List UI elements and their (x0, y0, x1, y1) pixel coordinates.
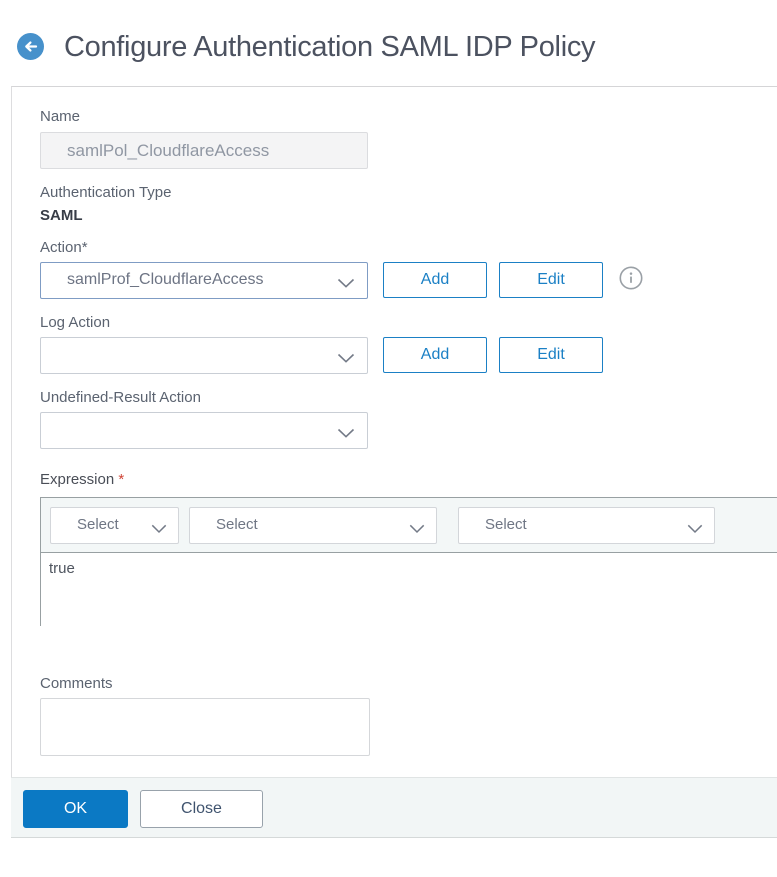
comments-label: Comments (40, 675, 113, 692)
name-input[interactable] (40, 132, 368, 169)
action-select-value: samlProf_CloudflareAccess (67, 271, 264, 288)
expression-operand-select-1-placeholder: Select (77, 516, 119, 533)
undefined-result-action-label: Undefined-Result Action (40, 389, 201, 406)
required-mark: * (118, 471, 125, 488)
chevron-down-icon (151, 521, 167, 539)
name-label: Name (40, 108, 81, 125)
action-add-button[interactable]: Add (383, 262, 487, 298)
action-select[interactable]: samlProf_CloudflareAccess (40, 262, 368, 299)
expression-label: Expression * (40, 471, 124, 488)
expression-editor: Select Select Select true (40, 497, 777, 626)
expression-value-textarea[interactable]: true (41, 554, 777, 626)
expression-operand-select-1[interactable]: Select (50, 507, 179, 544)
action-edit-button[interactable]: Edit (499, 262, 603, 298)
chevron-down-icon (337, 426, 355, 444)
chevron-down-icon (337, 351, 355, 369)
ok-button[interactable]: OK (23, 790, 128, 828)
configure-saml-idp-policy-page: Configure Authentication SAML IDP Policy… (0, 0, 777, 877)
comments-textarea[interactable] (40, 698, 370, 756)
expression-toolbar: Select Select Select (41, 498, 777, 553)
page-title: Configure Authentication SAML IDP Policy (64, 31, 596, 63)
expression-label-text: Expression (40, 471, 115, 488)
close-button[interactable]: Close (140, 790, 263, 828)
log-action-edit-button[interactable]: Edit (499, 337, 603, 373)
chevron-down-icon (337, 276, 355, 294)
chevron-down-icon (687, 521, 703, 539)
undefined-result-action-select[interactable] (40, 412, 368, 449)
info-circle-icon (619, 266, 643, 293)
authentication-type-label: Authentication Type (40, 184, 172, 201)
log-action-select[interactable] (40, 337, 368, 374)
log-action-add-button[interactable]: Add (383, 337, 487, 373)
footer-action-bar: OK Close (11, 777, 777, 838)
back-button[interactable] (17, 33, 44, 60)
arrow-left-circle-icon (17, 33, 44, 63)
chevron-down-icon (409, 521, 425, 539)
expression-operand-select-3-placeholder: Select (485, 516, 527, 533)
authentication-type-value: SAML (40, 207, 83, 224)
expression-operand-select-3[interactable]: Select (458, 507, 715, 544)
action-info-button[interactable] (619, 266, 643, 290)
expression-operand-select-2-placeholder: Select (216, 516, 258, 533)
action-label: Action* (40, 239, 88, 256)
expression-operand-select-2[interactable]: Select (189, 507, 437, 544)
log-action-label: Log Action (40, 314, 111, 331)
